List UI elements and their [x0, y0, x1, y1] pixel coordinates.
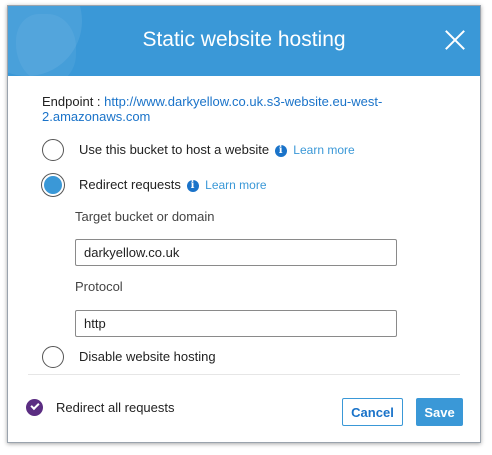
info-icon[interactable]: i — [274, 145, 287, 157]
redirect-learn-more-link[interactable]: Learn more — [205, 178, 266, 192]
close-icon[interactable] — [444, 29, 466, 51]
protocol-input[interactable] — [75, 310, 397, 337]
disable-hosting-label: Disable website hosting — [79, 349, 216, 364]
target-bucket-label: Target bucket or domain — [75, 209, 215, 224]
redirect-requests-radio[interactable] — [42, 174, 64, 196]
host-website-radio[interactable] — [42, 139, 64, 161]
protocol-label: Protocol — [75, 279, 123, 294]
check-icon[interactable] — [26, 399, 43, 416]
host-website-label: Use this bucket to host a website — [79, 142, 270, 157]
redirect-all-requests-label: Redirect all requests — [56, 400, 175, 415]
redirect-requests-label: Redirect requests — [79, 177, 181, 192]
info-icon[interactable]: i — [186, 180, 199, 192]
dialog-header: Static website hosting — [8, 6, 480, 76]
host-learn-more-link[interactable]: Learn more — [293, 143, 354, 157]
footer-divider — [28, 374, 460, 375]
cancel-button[interactable]: Cancel — [342, 398, 403, 426]
endpoint-info: Endpoint : http://www.darkyellow.co.uk.s… — [42, 94, 402, 124]
save-button[interactable]: Save — [416, 398, 463, 426]
static-website-hosting-dialog: Static website hosting Endpoint : http:/… — [7, 5, 481, 443]
target-bucket-input[interactable] — [75, 239, 397, 266]
endpoint-label: Endpoint : — [42, 94, 105, 109]
dialog-title: Static website hosting — [142, 28, 346, 51]
disable-hosting-radio[interactable] — [42, 346, 64, 368]
